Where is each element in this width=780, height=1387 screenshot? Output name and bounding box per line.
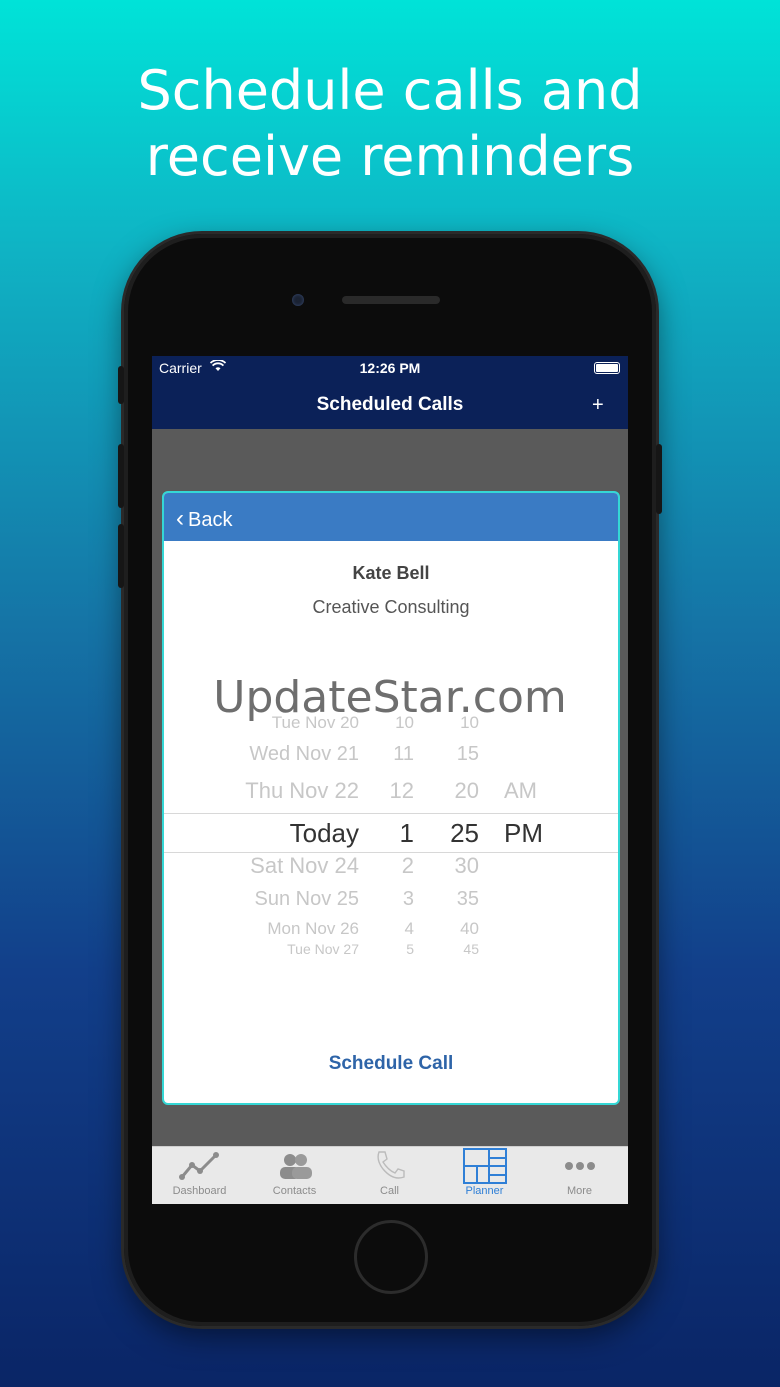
picker-date: Sat Nov 24 (250, 853, 359, 878)
picker-hour: 11 (393, 743, 414, 765)
picker-date: Tue Nov 27 (287, 941, 359, 957)
battery-icon (594, 362, 620, 374)
tab-bar: Dashboard Contacts Call Planner More (152, 1146, 628, 1204)
power-button (656, 444, 662, 514)
schedule-call-dialog: ‹ Back Kate Bell Creative Consulting Tue … (162, 491, 620, 1105)
headline-line-2: receive reminders (145, 125, 635, 188)
headline-line-1: Schedule calls and (137, 59, 643, 122)
picker-min: 20 (454, 778, 479, 803)
navigation-bar: Carrier 12:26 PM Scheduled Calls + (152, 356, 628, 429)
tab-planner[interactable]: Planner (437, 1147, 532, 1204)
picker-min: 40 (460, 919, 479, 938)
picker-date: Today (289, 818, 359, 848)
dialog-header: ‹ Back (164, 493, 618, 541)
picker-date: Thu Nov 22 (245, 778, 359, 803)
picker-hour: 3 (402, 888, 414, 910)
back-label: Back (188, 509, 233, 531)
tab-dashboard[interactable]: Dashboard (152, 1147, 247, 1204)
mute-switch (118, 366, 124, 404)
picker-hour: 1 (399, 818, 414, 848)
phone-icon (342, 1147, 437, 1185)
picker-date: Wed Nov 21 (249, 743, 359, 765)
tab-call[interactable]: Call (342, 1147, 437, 1204)
picker-hour: 4 (404, 919, 414, 938)
watermark: UpdateStar.com (213, 672, 567, 723)
tab-label: Contacts (272, 1185, 317, 1197)
phone-screen: Carrier 12:26 PM Scheduled Calls + ‹ Back… (152, 356, 628, 1204)
picker-min: 30 (454, 853, 479, 878)
volume-up-button (118, 444, 124, 508)
planner-icon (437, 1147, 532, 1185)
status-time: 12:26 PM (359, 360, 421, 376)
contact-name: Kate Bell (352, 563, 430, 583)
promo-headline: Schedule calls and receive reminders (0, 58, 780, 190)
home-button (354, 1220, 428, 1294)
picker-min: 25 (450, 818, 479, 848)
picker-hour: 2 (401, 853, 414, 878)
tab-contacts[interactable]: Contacts (247, 1147, 342, 1204)
volume-down-button (118, 524, 124, 588)
page-title: Scheduled Calls (316, 394, 464, 415)
add-button[interactable]: + (592, 394, 604, 417)
picker-min: 35 (456, 888, 479, 910)
tab-label: Planner (465, 1185, 504, 1197)
date-time-picker[interactable]: Tue Nov 20 10 10 Wed Nov 21 11 15 Thu Nov 22 12… (164, 683, 618, 983)
front-camera (292, 294, 304, 306)
chevron-left-icon: ‹ (176, 505, 184, 532)
status-bar: Carrier 12:26 PM (152, 356, 628, 378)
schedule-call-button[interactable]: Schedule Call (164, 1053, 618, 1075)
contact-company: Creative Consulting (312, 597, 470, 617)
picker-date: Sun Nov 25 (254, 888, 359, 910)
picker-ampm: AM (504, 778, 537, 803)
picker-ampm: PM (504, 818, 543, 848)
picker-min: 15 (456, 743, 479, 765)
tab-label: Dashboard (172, 1185, 227, 1197)
picker-date: Mon Nov 26 (267, 919, 359, 938)
picker-min: 45 (463, 941, 479, 957)
tab-more[interactable]: More (532, 1147, 627, 1204)
tab-label: Call (380, 1185, 399, 1197)
picker-hour: 12 (389, 778, 414, 803)
earpiece-speaker (342, 296, 440, 304)
picker-hour: 5 (406, 941, 414, 957)
dashboard-icon (152, 1147, 247, 1185)
contacts-icon (247, 1147, 342, 1185)
tab-label: More (566, 1185, 593, 1197)
back-button[interactable]: ‹ Back (176, 505, 232, 533)
more-icon (532, 1147, 627, 1185)
phone-frame: Carrier 12:26 PM Scheduled Calls + ‹ Back… (118, 234, 662, 1326)
